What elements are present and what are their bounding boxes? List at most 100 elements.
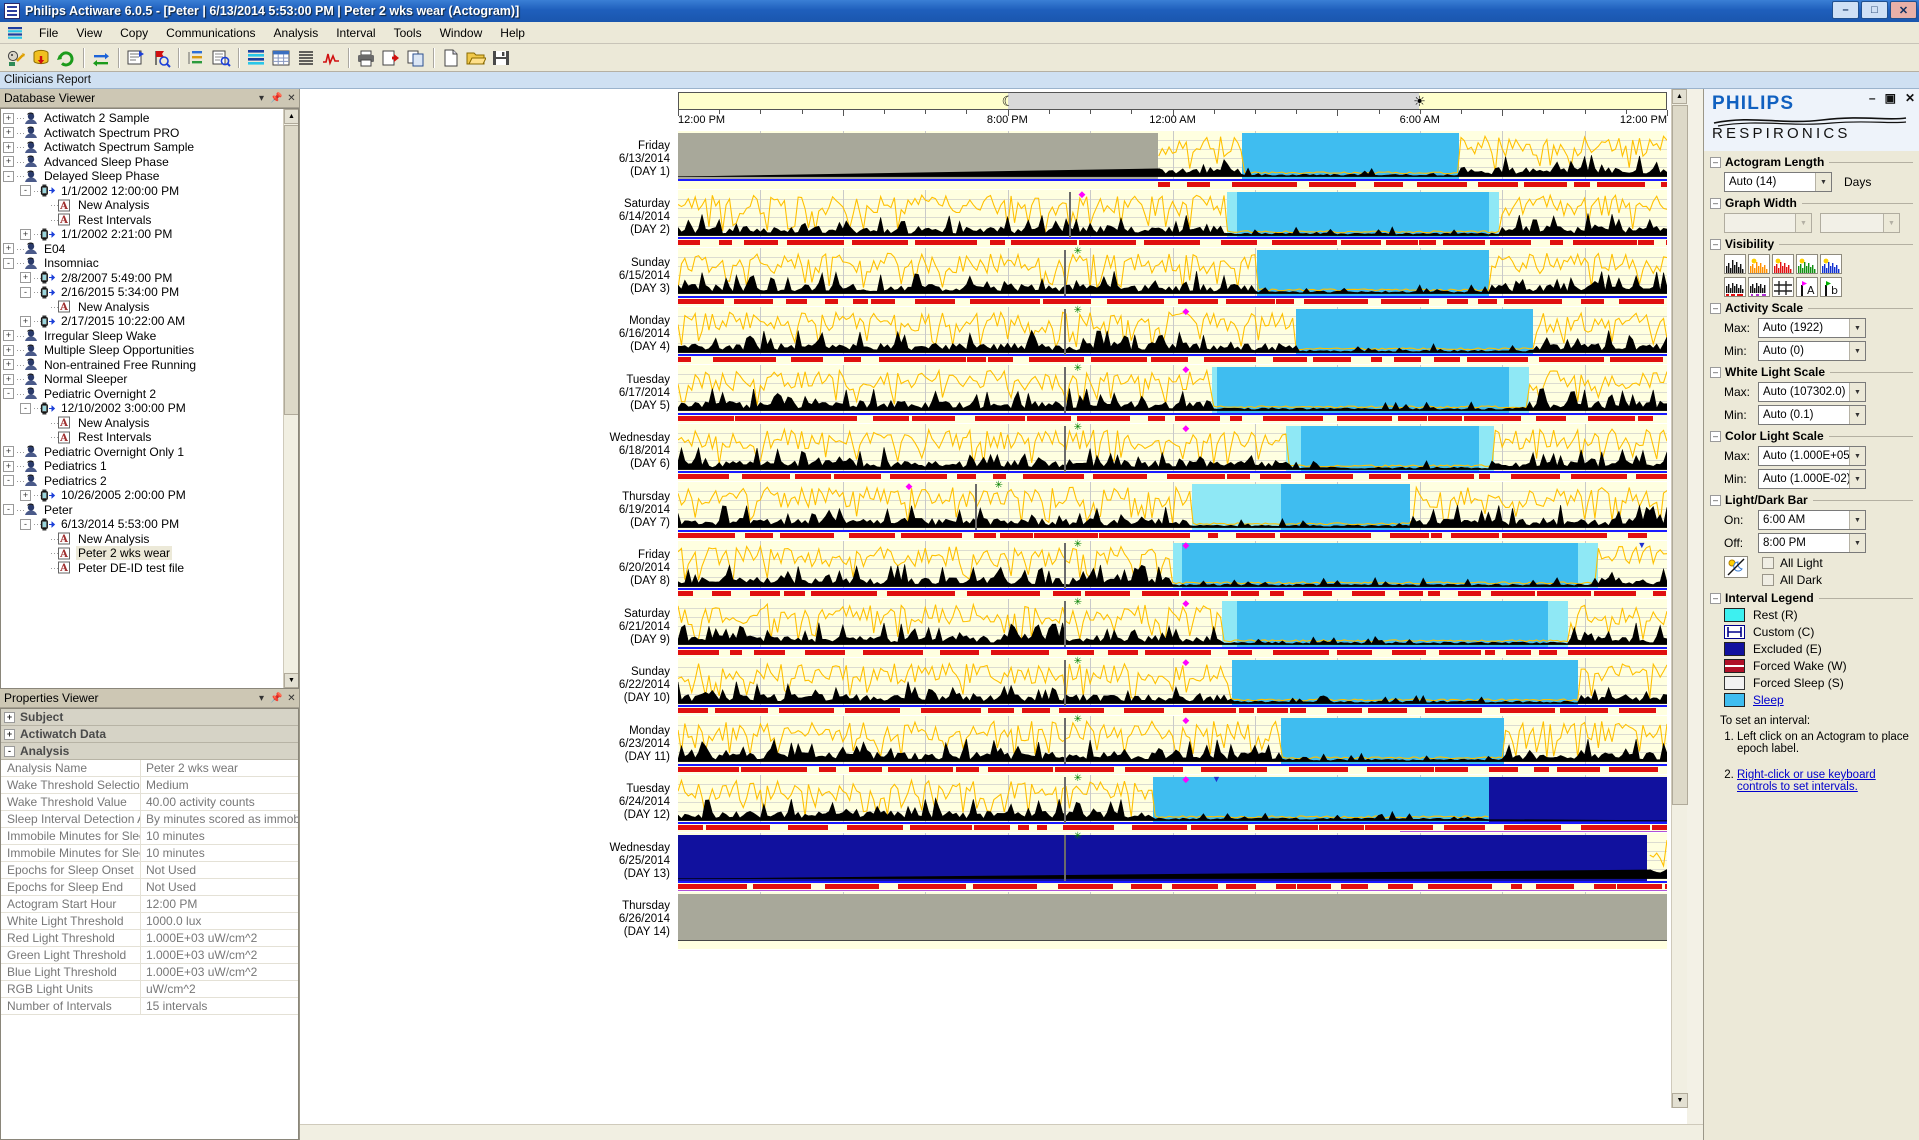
sleep-chart-icon[interactable] (319, 46, 343, 70)
tree-expander-icon[interactable]: + (3, 359, 14, 370)
day-plot[interactable]: ✳◆ (678, 657, 1667, 716)
refresh-icon[interactable] (54, 46, 78, 70)
epoch-label-blue-icon[interactable]: ▼ (1212, 775, 1221, 784)
collapse-icon[interactable]: – (1710, 367, 1721, 378)
tree-node[interactable]: +···Pediatrics 1 (3, 459, 298, 474)
collapse-icon[interactable]: – (1710, 157, 1721, 168)
collapse-icon[interactable]: + (4, 712, 15, 723)
epoch-label-blue-icon[interactable]: ▼ (1637, 541, 1646, 550)
epoch-label-green-icon[interactable]: ✳ (1074, 364, 1082, 374)
light-dark-toggle-icon[interactable] (1724, 556, 1748, 578)
chevron-down-icon[interactable]: ▼ (1883, 214, 1899, 232)
day-plot[interactable]: ✳ (678, 832, 1667, 891)
white-light-icon[interactable] (1748, 254, 1770, 274)
actogram-day-row[interactable]: Friday6/13/2014(DAY 1) (300, 130, 1667, 189)
actogram-day-row[interactable]: Sunday6/15/2014(DAY 3)✳ (300, 247, 1667, 306)
epoch-label-green-icon[interactable]: ✳ (1074, 247, 1082, 257)
tree-expander-icon[interactable]: - (3, 388, 14, 399)
epoch-marker[interactable] (1064, 309, 1066, 355)
epoch-marker[interactable] (975, 484, 977, 530)
tree-expander-icon[interactable]: - (3, 258, 14, 269)
tree-node[interactable]: +···2/8/2007 5:49:00 PM (3, 271, 298, 286)
actogram-view[interactable]: ☾ ☀ 12:00 PM8:00 PM12:00 AM6:00 AM12:00 … (300, 89, 1704, 1140)
collapse-icon[interactable]: + (4, 729, 15, 740)
graph-width-select-2[interactable]: ▼ (1820, 213, 1900, 233)
collapse-icon[interactable]: - (4, 746, 15, 757)
epoch-label-magenta-icon[interactable]: ◆ (1182, 307, 1189, 316)
tree-node[interactable]: ···ANew Analysis (3, 198, 298, 213)
tree-node[interactable]: -···Insomniac (3, 256, 298, 271)
all-light-checkbox-row[interactable]: All Light (1762, 556, 1823, 570)
scroll-up-arrow[interactable]: ▲ (284, 109, 299, 124)
minimize-button[interactable]: – (1832, 1, 1859, 19)
collapse-icon[interactable]: – (1710, 593, 1721, 604)
epoch-marker[interactable] (1069, 192, 1071, 238)
tree-expander-icon[interactable]: + (3, 330, 14, 341)
grid-icon[interactable] (1772, 277, 1794, 297)
white-light-min-select[interactable]: Auto (0.1) ▼ (1758, 405, 1866, 425)
close-panel-icon[interactable]: ✕ (284, 691, 299, 706)
menu-item-tools[interactable]: Tools (385, 23, 431, 43)
epoch-marker[interactable] (1064, 367, 1066, 413)
green-light-icon[interactable] (1796, 254, 1818, 274)
epoch-label-a-icon[interactable]: A (1796, 277, 1818, 297)
tree-node[interactable]: ···ANew Analysis (3, 300, 298, 315)
chevron-down-icon[interactable]: ▼ (1849, 447, 1865, 465)
actogram-day-row[interactable]: Monday6/16/2014(DAY 4)✳◆ (300, 306, 1667, 365)
day-plot[interactable]: ✳◆ (678, 598, 1667, 657)
tree-expander-icon[interactable]: + (3, 113, 14, 124)
epoch-marker[interactable] (1064, 601, 1066, 647)
epoch-label-magenta-icon[interactable]: ◆ (1182, 541, 1189, 550)
blue-light-icon[interactable] (1820, 254, 1842, 274)
epoch-label-green-icon[interactable]: ✳ (1074, 540, 1082, 550)
epoch-marker[interactable] (1064, 777, 1066, 823)
tree-node[interactable]: -···Delayed Sleep Phase (3, 169, 298, 184)
actogram-day-row[interactable]: Tuesday6/24/2014(DAY 12)✳◆▼ (300, 774, 1667, 833)
menu-item-help[interactable]: Help (491, 23, 534, 43)
collapse-icon[interactable]: – (1710, 495, 1721, 506)
tree-expander-icon[interactable]: + (3, 345, 14, 356)
import-actiwatch-icon[interactable] (4, 46, 28, 70)
tree-expander-icon[interactable]: - (3, 475, 14, 486)
tree-node[interactable]: +···Irregular Sleep Wake (3, 329, 298, 344)
day-plot[interactable]: ✳◆ (678, 423, 1667, 482)
epoch-label-magenta-icon[interactable]: ◆ (1182, 658, 1189, 667)
tree-node[interactable]: +···E04 (3, 242, 298, 257)
day-plot[interactable] (678, 130, 1667, 189)
tree-node[interactable]: +···Pediatric Overnight Only 1 (3, 445, 298, 460)
chevron-down-icon[interactable]: ▼ (1849, 511, 1865, 529)
tree-node[interactable]: -···2/16/2015 5:34:00 PM (3, 285, 298, 300)
activity-icon[interactable] (1724, 254, 1746, 274)
tree-expander-icon[interactable]: - (20, 403, 31, 414)
tree-expander-icon[interactable]: + (3, 374, 14, 385)
actogram-icon[interactable] (244, 46, 268, 70)
actogram-day-row[interactable]: Monday6/23/2014(DAY 11)✳◆ (300, 715, 1667, 774)
actogram-day-rows[interactable]: Friday6/13/2014(DAY 1)Saturday6/14/2014(… (300, 130, 1667, 1124)
tree-expander-icon[interactable]: + (20, 272, 31, 283)
actogram-day-row[interactable]: Thursday6/19/2014(DAY 7)◆✳ (300, 481, 1667, 540)
property-group-header[interactable]: -Analysis (1, 743, 298, 760)
tree-list-icon[interactable] (184, 46, 208, 70)
menu-item-file[interactable]: File (30, 23, 67, 43)
activity-scale-min-select[interactable]: Auto (0) ▼ (1758, 341, 1866, 361)
epoch-marker[interactable] (1064, 835, 1066, 881)
actogram-day-row[interactable]: Wednesday6/18/2014(DAY 6)✳◆ (300, 423, 1667, 482)
tree-node[interactable]: +···Non-entrained Free Running (3, 358, 298, 373)
database-tree-panel[interactable]: +···Actiwatch 2 Sample+···Actiwatch Spec… (0, 108, 299, 689)
scroll-down-arrow[interactable]: ▼ (284, 673, 299, 688)
tree-node[interactable]: -···Peter (3, 503, 298, 518)
day-plot[interactable]: ✳ (678, 247, 1667, 306)
tree-expander-icon[interactable]: - (3, 504, 14, 515)
print-icon[interactable] (354, 46, 378, 70)
collapse-icon[interactable]: – (1710, 431, 1721, 442)
epoch-label-green-icon[interactable]: ✳ (1074, 306, 1082, 316)
actogram-day-row[interactable]: Tuesday6/17/2014(DAY 5)✳◆ (300, 364, 1667, 423)
all-light-checkbox[interactable] (1762, 557, 1774, 569)
tree-node[interactable]: +···Actiwatch 2 Sample (3, 111, 298, 126)
dropdown-icon[interactable]: ▾ (254, 91, 269, 106)
epoch-marker[interactable] (1064, 718, 1066, 764)
white-light-max-select[interactable]: Auto (107302.0) ▼ (1758, 382, 1866, 402)
chevron-down-icon[interactable]: ▼ (1795, 214, 1811, 232)
day-plot[interactable] (678, 891, 1667, 950)
tree-node[interactable]: +···Actiwatch Spectrum PRO (3, 126, 298, 141)
